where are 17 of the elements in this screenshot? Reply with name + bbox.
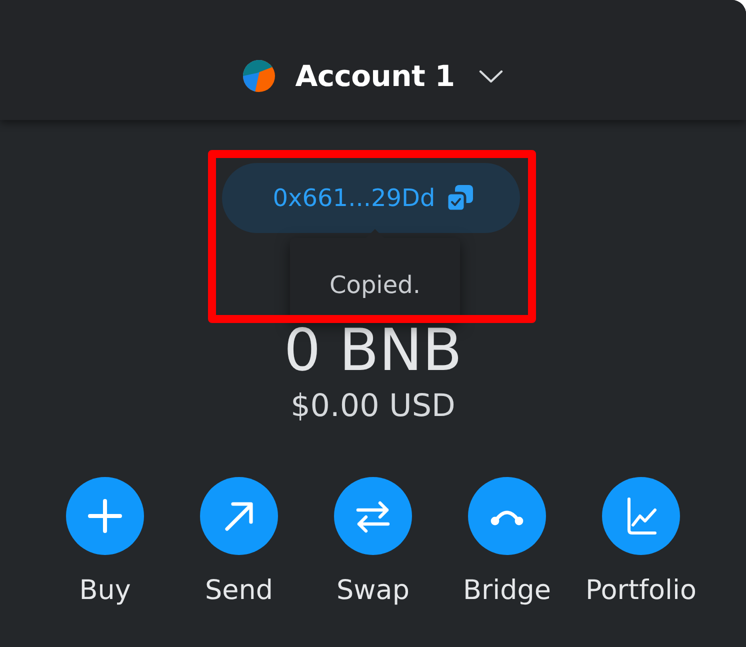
fiat-balance: $0.00 USD — [290, 388, 456, 425]
copy-icon — [447, 185, 474, 211]
swap-arrows-icon — [334, 477, 412, 555]
chevron-down-icon — [478, 70, 503, 82]
plus-icon — [66, 477, 144, 555]
address-copy-button[interactable]: 0x661...29Dd — [222, 163, 520, 233]
balance-amount: 0 BNB — [284, 317, 462, 383]
line-chart-icon — [602, 477, 680, 555]
swap-button[interactable]: Swap — [306, 477, 440, 608]
avatar-icon — [243, 60, 276, 92]
buy-button[interactable]: Buy — [38, 477, 172, 608]
bridge-button[interactable]: Bridge — [440, 477, 574, 608]
arrow-up-right-icon — [200, 477, 278, 555]
portfolio-button[interactable]: Portfolio — [574, 477, 708, 608]
send-button[interactable]: Send — [172, 477, 306, 608]
account-selector-button[interactable]: Account 1 — [243, 32, 503, 120]
arc-icon — [468, 477, 546, 555]
